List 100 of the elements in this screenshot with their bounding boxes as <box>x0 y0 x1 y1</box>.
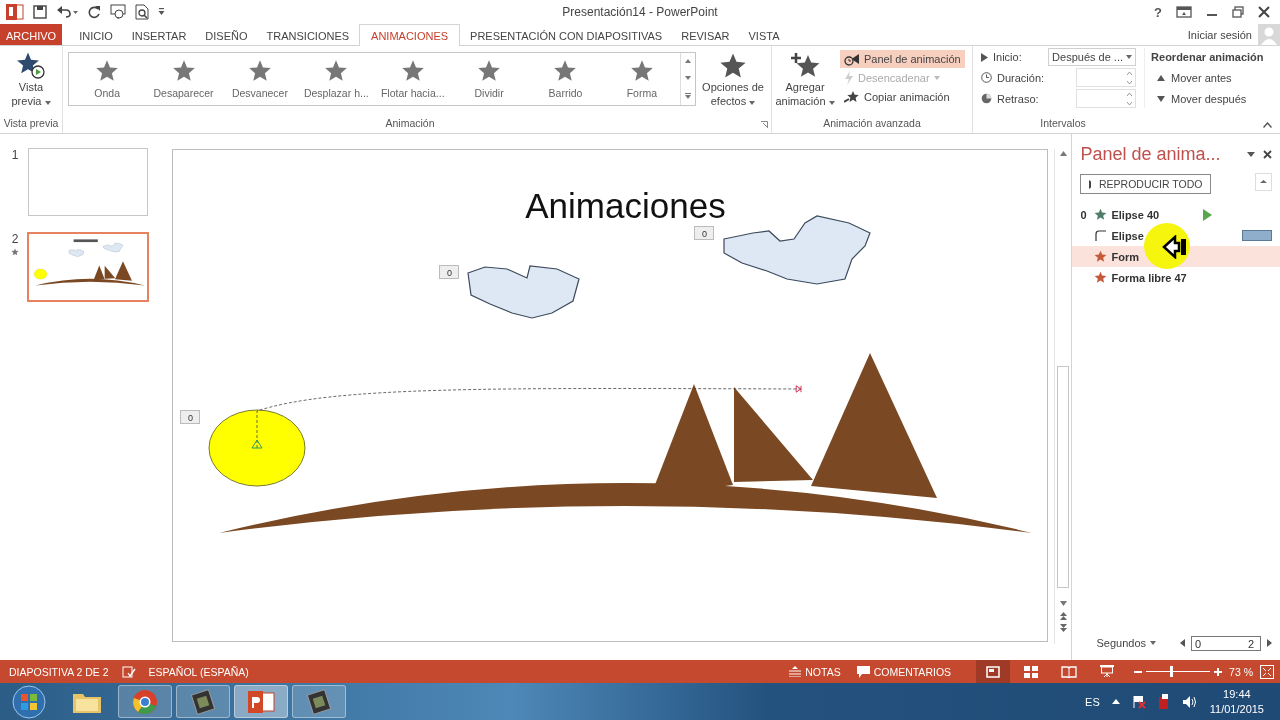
move-earlier-button[interactable]: Mover antes <box>1151 69 1264 87</box>
effect-options-button[interactable]: Opciones de efectos <box>698 50 768 110</box>
gallery-item[interactable]: Flotar hacia... <box>374 53 451 105</box>
app-logo-icon <box>6 3 24 21</box>
taskbar-app[interactable] <box>234 685 288 718</box>
undo-icon[interactable] <box>56 5 78 19</box>
scroll-up-icon[interactable] <box>1255 173 1272 191</box>
move-later-button[interactable]: Mover después <box>1151 90 1264 108</box>
ribbon-tab[interactable]: INICIO <box>70 24 122 45</box>
delay-field[interactable] <box>1076 89 1137 108</box>
scroll-down-icon[interactable] <box>1059 601 1067 606</box>
fit-slide-icon[interactable] <box>1260 664 1274 679</box>
language-indicator[interactable]: ESPAÑOL (ESPAÑA) <box>145 660 252 683</box>
duration-field[interactable] <box>1076 68 1137 87</box>
cursor-icon <box>1162 235 1189 259</box>
power-icon[interactable] <box>1157 693 1170 710</box>
clock-time[interactable]: 19:44 <box>1223 686 1251 702</box>
collapse-ribbon-icon[interactable] <box>1263 122 1272 128</box>
taskbar-app[interactable] <box>118 685 172 718</box>
speaker-icon[interactable] <box>1181 694 1198 709</box>
ribbon-button[interactable]: Copiar animación <box>840 88 965 106</box>
gallery-item[interactable]: Desvanecer <box>221 53 299 105</box>
animation-star-icon <box>11 248 19 256</box>
slide-title: Animaciones <box>525 188 726 223</box>
gallery-item[interactable]: Dividir <box>450 53 528 105</box>
notes-button[interactable]: NOTAS <box>786 660 844 683</box>
add-animation-button[interactable]: Agregar animación <box>772 50 838 110</box>
ribbon-display-icon[interactable] <box>1176 6 1192 18</box>
show-hidden-icons[interactable] <box>1111 699 1120 704</box>
scroll-left-icon[interactable] <box>1180 639 1185 647</box>
scroll-up-icon[interactable] <box>1059 151 1067 156</box>
scroll-up-icon[interactable] <box>685 59 691 64</box>
clock-date[interactable]: 11/01/2015 <box>1209 701 1264 717</box>
print-preview-icon[interactable] <box>135 4 149 20</box>
taskbar-app[interactable] <box>176 685 230 718</box>
slide-thumbnail[interactable] <box>27 232 149 302</box>
file-tab[interactable]: ARCHIVO <box>0 24 63 45</box>
play-all-button[interactable]: REPRODUCIR TODO <box>1080 174 1212 194</box>
animation-list-item[interactable]: Elipse <box>1072 225 1280 246</box>
spinner-arrows-icon[interactable] <box>1127 70 1133 85</box>
ribbon-button[interactable]: Panel de animación <box>840 50 965 68</box>
sign-in-link[interactable]: Iniciar sesión <box>1187 28 1252 41</box>
dialog-launcher-icon[interactable] <box>761 121 768 128</box>
field-label: Retraso: <box>997 92 1039 105</box>
star-icon <box>324 59 349 83</box>
animation-tag[interactable]: 0 <box>439 265 460 279</box>
help-button[interactable]: ? <box>1154 4 1162 20</box>
animation-tag[interactable]: 0 <box>694 226 715 240</box>
start-dropdown[interactable]: Después de ... <box>1048 48 1137 66</box>
ribbon-tab[interactable]: VISTA <box>739 24 789 45</box>
spinner-arrows-icon[interactable] <box>1127 91 1133 106</box>
ribbon-tab[interactable]: TRANSICIONES <box>257 24 359 45</box>
slide-number: 2 <box>11 232 19 246</box>
gallery-item[interactable]: Forma <box>603 53 680 105</box>
gallery-item[interactable]: Onda <box>69 53 146 105</box>
animation-tag[interactable]: 0 <box>180 410 201 424</box>
gallery-item[interactable]: Desaparecer <box>145 53 222 105</box>
expand-gallery-icon[interactable] <box>685 92 691 99</box>
redo-icon[interactable] <box>87 5 101 19</box>
ribbon-tab[interactable]: DISEÑO <box>196 24 257 45</box>
slide-thumbnail[interactable] <box>28 148 148 216</box>
star-icon <box>553 59 578 83</box>
play-icon <box>1203 208 1212 221</box>
star-play-icon <box>16 52 46 80</box>
gallery-item[interactable]: Desplazar h... <box>298 53 375 105</box>
ribbon-tab[interactable]: REVISAR <box>672 24 739 45</box>
taskbar-app[interactable] <box>292 685 346 718</box>
presentation-icon[interactable] <box>110 4 126 20</box>
zoom-in-icon[interactable] <box>1214 667 1223 676</box>
ribbon-tab[interactable]: PRESENTACIÓN CON DIAPOSITIVAS <box>461 24 672 45</box>
save-icon[interactable] <box>33 5 47 19</box>
notes-icon <box>789 666 802 677</box>
star-icon <box>629 59 654 83</box>
preview-button[interactable]: Vista previa <box>0 50 62 110</box>
scroll-down-icon[interactable] <box>685 76 691 80</box>
ribbon-tab[interactable]: INSERTAR <box>122 24 196 45</box>
scroll-right-icon[interactable] <box>1267 639 1272 647</box>
units-dropdown[interactable]: Segundos <box>1090 636 1162 650</box>
flag-icon[interactable] <box>1131 694 1146 709</box>
animation-list-item[interactable]: Forma libre 47 <box>1072 267 1280 288</box>
restore-icon[interactable] <box>1232 6 1244 18</box>
ribbon-tab[interactable]: ANIMACIONES <box>359 24 461 46</box>
next-slide-icon[interactable] <box>1059 624 1067 632</box>
scrollbar-thumb[interactable] <box>1057 366 1070 588</box>
close-icon[interactable] <box>1263 150 1272 159</box>
input-language[interactable]: ES <box>1085 695 1100 708</box>
grid-view-icon <box>1024 665 1039 678</box>
pane-title: Panel de anima... <box>1080 144 1221 165</box>
zoom-level[interactable]: 73 % <box>1226 660 1256 683</box>
previous-slide-icon[interactable] <box>1059 612 1067 620</box>
gallery-item[interactable]: Barrido <box>527 53 604 105</box>
clock-icon <box>981 72 992 83</box>
spellcheck-icon[interactable] <box>121 665 136 678</box>
close-icon[interactable] <box>1258 6 1270 18</box>
comments-button[interactable]: COMENTARIOS <box>853 660 955 683</box>
pane-menu-icon[interactable] <box>1247 152 1255 157</box>
animation-list-item[interactable]: 0 Elipse 40 <box>1072 204 1280 225</box>
view-button[interactable] <box>976 660 1011 683</box>
customize-menu-icon[interactable] <box>158 7 165 17</box>
start-button[interactable] <box>10 683 48 720</box>
